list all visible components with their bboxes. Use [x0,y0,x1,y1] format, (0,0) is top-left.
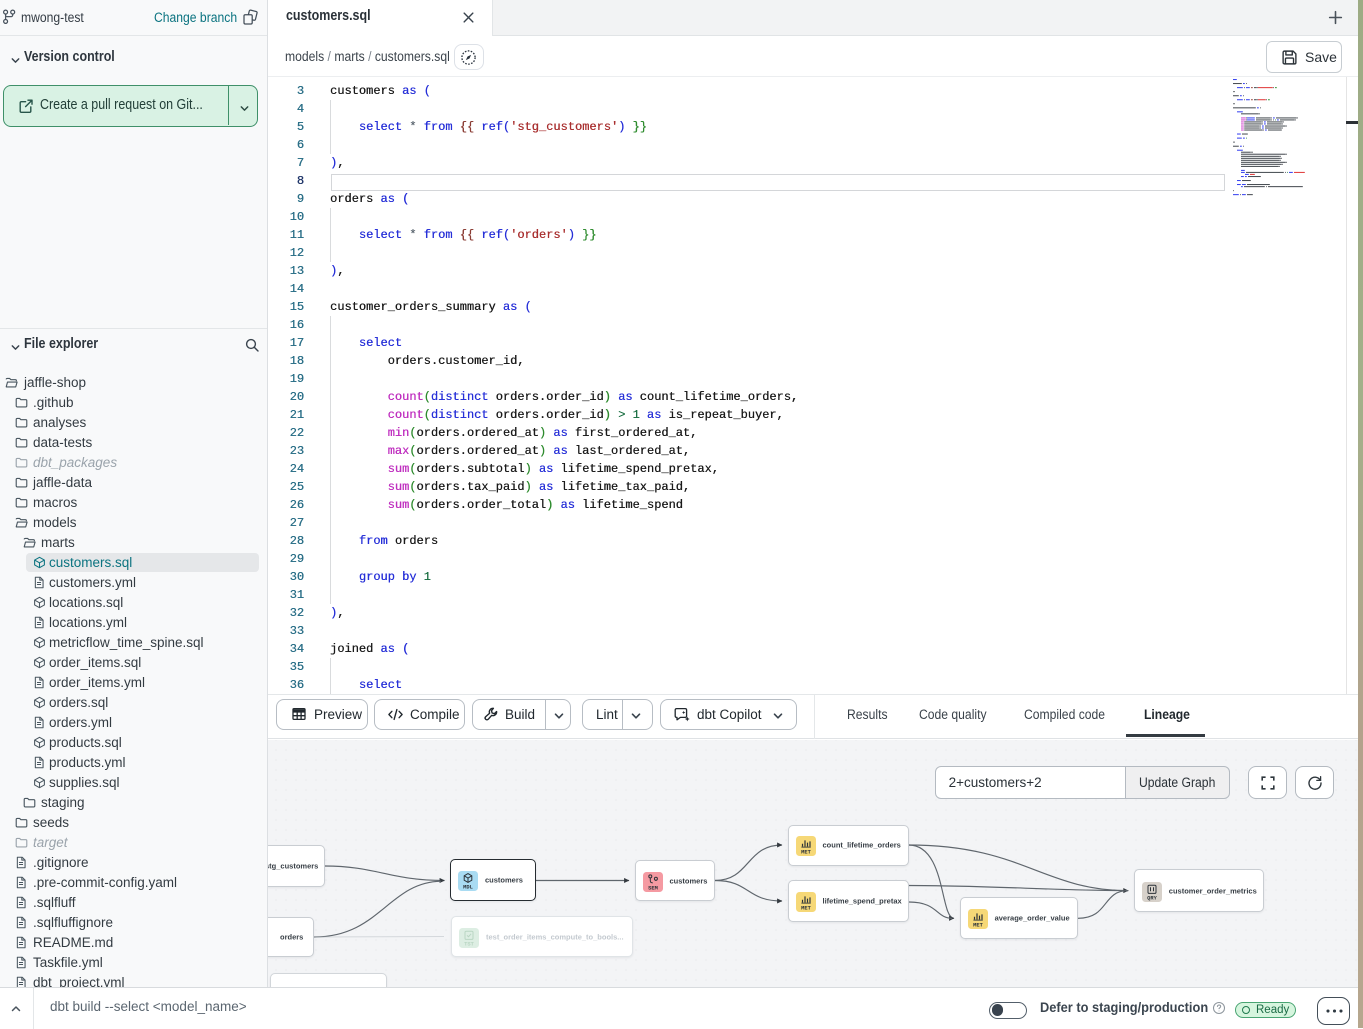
svg-text:QRY: QRY [1147,895,1157,901]
svg-text:MET: MET [801,906,811,912]
svg-text:SEM: SEM [648,885,658,891]
svg-text:MET: MET [801,850,811,856]
svg-text:MET: MET [973,923,983,929]
svg-text:MDL: MDL [463,885,473,891]
svg-text:TST: TST [464,941,474,947]
